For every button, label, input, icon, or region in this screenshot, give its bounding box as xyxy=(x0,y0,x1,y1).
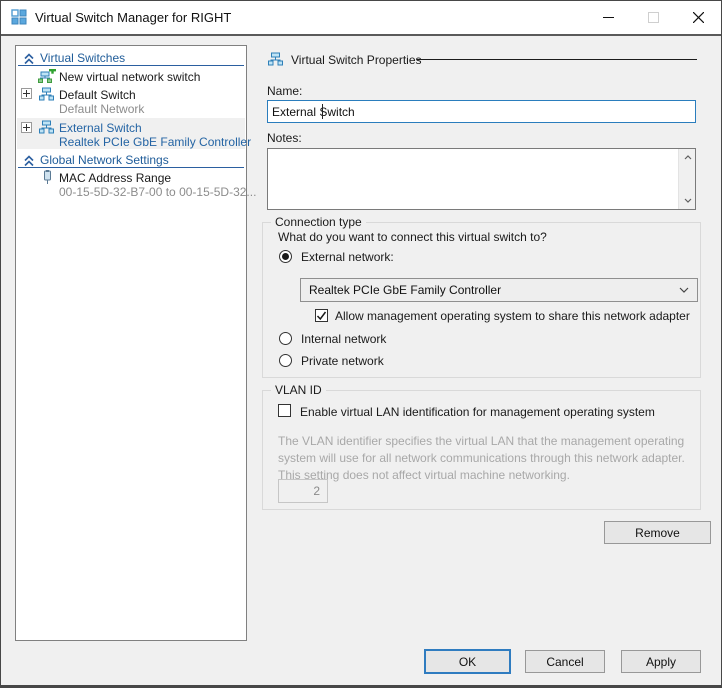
virtual-switch-icon xyxy=(268,52,283,67)
minimize-icon xyxy=(603,12,614,23)
title-bar: Virtual Switch Manager for RIGHT xyxy=(1,1,721,34)
checkmark-icon xyxy=(316,310,327,321)
notes-scrollbar[interactable] xyxy=(678,149,695,209)
panel-title: Virtual Switch Properties xyxy=(291,53,422,67)
tree-item-mac-range[interactable]: MAC Address Range xyxy=(59,171,171,185)
private-network-radio[interactable] xyxy=(279,354,292,367)
enable-vlan-checkbox[interactable] xyxy=(278,404,291,417)
adapter-dropdown[interactable]: Realtek PCIe GbE Family Controller xyxy=(300,278,698,302)
enable-vlan-label[interactable]: Enable virtual LAN identification for ma… xyxy=(300,405,655,419)
virtual-switch-manager-window: Virtual Switch Manager for RIGHT Virtu xyxy=(0,0,722,688)
remove-button[interactable]: Remove xyxy=(604,521,711,544)
vlan-description: The VLAN identifier specifies the virtua… xyxy=(278,433,685,484)
close-icon xyxy=(693,12,704,23)
chevron-down-icon xyxy=(679,287,689,293)
section-underline xyxy=(18,167,244,168)
tree-sub-mac-range-value[interactable]: 00-15-5D-32-B7-00 to 00-15-5D-32... xyxy=(59,185,256,199)
private-network-label[interactable]: Private network xyxy=(301,354,384,368)
internal-network-label[interactable]: Internal network xyxy=(301,332,386,346)
minimize-button[interactable] xyxy=(586,1,631,34)
tree-item-external-switch[interactable]: External Switch xyxy=(59,121,142,135)
new-virtual-switch-icon xyxy=(38,69,56,84)
ok-button[interactable]: OK xyxy=(424,649,511,674)
scroll-down-icon[interactable] xyxy=(679,192,696,209)
cancel-button[interactable]: Cancel xyxy=(525,650,605,673)
notes-label: Notes: xyxy=(267,131,302,145)
text-caret xyxy=(322,104,323,119)
share-adapter-checkbox[interactable] xyxy=(315,309,328,322)
switch-tree-panel: Virtual Switches New virtual network swi… xyxy=(15,45,247,641)
name-input[interactable] xyxy=(267,100,696,123)
connection-question: What do you want to connect this virtual… xyxy=(278,230,547,244)
close-button[interactable] xyxy=(676,1,721,34)
virtual-switch-icon xyxy=(39,120,54,135)
apply-button[interactable]: Apply xyxy=(621,650,701,673)
scroll-up-icon[interactable] xyxy=(679,149,696,166)
section-underline xyxy=(18,65,244,66)
share-adapter-label[interactable]: Allow management operating system to sha… xyxy=(335,309,690,323)
vlan-id-legend: VLAN ID xyxy=(271,383,326,397)
external-network-label[interactable]: External network: xyxy=(301,250,394,264)
virtual-switch-icon xyxy=(39,87,54,102)
expander-default-switch[interactable] xyxy=(21,88,32,99)
maximize-icon xyxy=(648,12,659,23)
connection-type-legend: Connection type xyxy=(271,215,366,229)
tree-item-default-switch[interactable]: Default Switch xyxy=(59,88,136,102)
mac-adapter-icon xyxy=(42,170,53,185)
window-title: Virtual Switch Manager for RIGHT xyxy=(35,10,231,25)
tree-sub-default-network[interactable]: Default Network xyxy=(59,102,144,116)
maximize-button xyxy=(631,1,676,34)
name-label: Name: xyxy=(267,84,302,98)
panel-title-rule xyxy=(417,59,697,60)
vlan-id-input xyxy=(278,479,328,503)
collapse-chevrons-icon[interactable] xyxy=(23,53,35,65)
tree-sub-external-adapter[interactable]: Realtek PCIe GbE Family Controller xyxy=(59,135,251,149)
collapse-chevrons-icon[interactable] xyxy=(23,155,35,167)
expander-external-switch[interactable] xyxy=(21,122,32,133)
hyperv-app-icon xyxy=(11,9,28,26)
external-network-radio[interactable] xyxy=(279,250,292,263)
notes-textarea[interactable] xyxy=(267,148,696,210)
titlebar-divider xyxy=(1,34,721,36)
tree-header-virtual-switches[interactable]: Virtual Switches xyxy=(40,51,125,65)
adapter-dropdown-value: Realtek PCIe GbE Family Controller xyxy=(309,283,501,297)
tree-header-global-settings[interactable]: Global Network Settings xyxy=(40,153,169,167)
internal-network-radio[interactable] xyxy=(279,332,292,345)
tree-item-new-virtual-switch[interactable]: New virtual network switch xyxy=(59,70,200,84)
